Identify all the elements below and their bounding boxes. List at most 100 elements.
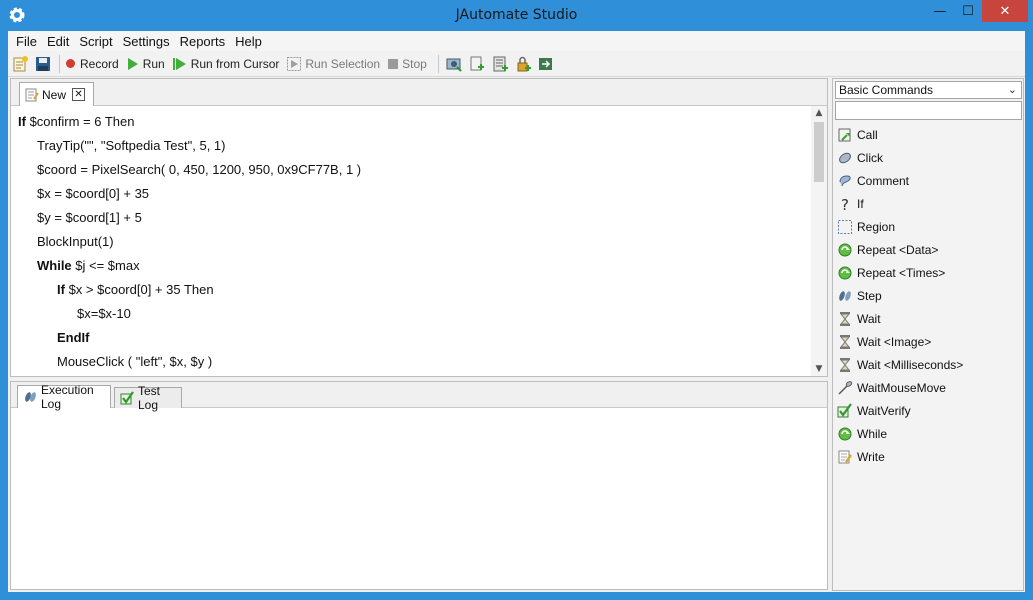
menu-file[interactable]: File xyxy=(11,34,42,49)
command-item[interactable]: ? If xyxy=(837,192,1019,215)
scroll-up-icon[interactable]: ▲ xyxy=(811,106,827,120)
title-bar[interactable]: JAutomate Studio — ☐ ✕ xyxy=(0,0,1033,31)
run-selection-button[interactable]: Run Selection xyxy=(287,56,381,71)
add-script-icon[interactable] xyxy=(467,54,487,74)
footsteps-icon xyxy=(837,288,853,304)
command-item[interactable]: Call xyxy=(837,123,1019,146)
command-item[interactable]: WaitVerify xyxy=(837,399,1019,422)
tab-execution-log[interactable]: Execution Log xyxy=(17,383,111,411)
command-item[interactable]: Region xyxy=(837,215,1019,238)
command-item[interactable]: Wait <Milliseconds> xyxy=(837,353,1019,376)
command-item-label: Click xyxy=(857,150,883,165)
scrollbar-thumb[interactable] xyxy=(814,122,824,182)
tab-new[interactable]: New ✕ xyxy=(19,82,94,106)
command-search-input[interactable] xyxy=(835,101,1022,120)
code-text: $j <= $max xyxy=(71,258,140,273)
code-line[interactable]: While $j <= $max xyxy=(37,254,140,278)
execution-log-label: Execution Log xyxy=(41,383,94,411)
close-window-button[interactable]: ✕ xyxy=(982,0,1028,22)
command-item[interactable]: While xyxy=(837,422,1019,445)
database-icon[interactable] xyxy=(490,54,510,74)
menu-bar: File Edit Script Settings Reports Help xyxy=(8,31,1025,51)
command-item[interactable]: Write xyxy=(837,445,1019,468)
code-keyword: EndIf xyxy=(57,330,90,345)
menu-reports[interactable]: Reports xyxy=(175,34,231,49)
run-selection-label: Run Selection xyxy=(305,56,381,71)
comment-icon xyxy=(837,173,853,189)
code-line[interactable]: $x=$x-10 xyxy=(77,302,131,326)
code-text: $coord = PixelSearch( 0, 450, 1200, 950,… xyxy=(37,162,362,177)
new-script-icon[interactable] xyxy=(10,54,30,74)
stop-icon xyxy=(388,58,399,69)
command-item[interactable]: Step xyxy=(837,284,1019,307)
play-icon xyxy=(127,57,139,70)
command-item-label: Write xyxy=(857,449,885,464)
command-item-label: WaitVerify xyxy=(857,403,911,418)
code-text: BlockInput(1) xyxy=(37,234,114,249)
scroll-down-icon[interactable]: ▼ xyxy=(811,362,827,376)
menu-help[interactable]: Help xyxy=(230,34,267,49)
command-item[interactable]: WaitMouseMove xyxy=(837,376,1019,399)
region-icon xyxy=(837,219,853,235)
code-line[interactable]: EndIf xyxy=(57,326,90,350)
chevron-down-icon: ⌄ xyxy=(1007,84,1017,96)
mouse-icon xyxy=(837,150,853,166)
toolbar-separator xyxy=(437,54,439,73)
menu-script[interactable]: Script xyxy=(74,34,117,49)
command-item-label: Region xyxy=(857,219,896,234)
record-label: Record xyxy=(80,56,119,71)
record-button[interactable]: Record xyxy=(65,57,119,71)
maximize-button[interactable]: ☐ xyxy=(954,0,982,22)
script-editor-pane: New ✕ If $confirm = 6 Then TrayTip("", "S… xyxy=(10,78,828,377)
code-line[interactable]: TrayTip("", "Softpedia Test", 5, 1) xyxy=(37,134,226,158)
command-category-value: Basic Commands xyxy=(839,83,934,97)
minimize-button[interactable]: — xyxy=(926,0,954,22)
command-item-label: WaitMouseMove xyxy=(857,380,946,395)
footsteps-icon xyxy=(23,390,38,404)
command-item[interactable]: Repeat <Data> xyxy=(837,238,1019,261)
command-list: Call Click Comment ? If Region Repeat <Data> Re… xyxy=(837,123,1019,468)
code-line[interactable]: $coord = PixelSearch( 0, 450, 1200, 950,… xyxy=(37,158,361,182)
mouse-move-icon xyxy=(837,380,853,396)
command-item-label: Wait <Milliseconds> xyxy=(857,357,964,372)
code-area[interactable]: If $confirm = 6 Then TrayTip("", "Softped… xyxy=(11,106,811,376)
check-icon xyxy=(120,391,135,405)
tab-test-log[interactable]: Test Log xyxy=(114,384,182,412)
code-line[interactable]: $y = $coord[1] + 5 xyxy=(37,206,142,230)
test-log-label: Test Log xyxy=(138,384,161,412)
menu-edit[interactable]: Edit xyxy=(42,34,74,49)
command-item[interactable]: Wait <Image> xyxy=(837,330,1019,353)
code-line[interactable]: BlockInput(1) xyxy=(37,230,114,254)
editor-scrollbar[interactable]: ▲ ▼ xyxy=(811,106,827,376)
run-button[interactable]: Run xyxy=(127,57,165,71)
code-line[interactable]: If $confirm = 6 Then xyxy=(18,110,134,134)
menu-settings[interactable]: Settings xyxy=(118,34,175,49)
window-title: JAutomate Studio xyxy=(455,7,578,23)
command-item[interactable]: Wait xyxy=(837,307,1019,330)
stop-button[interactable]: Stop xyxy=(388,57,427,71)
code-line[interactable]: MouseClick ( "left", $x, $y ) xyxy=(57,350,212,374)
command-item[interactable]: Click xyxy=(837,146,1019,169)
run-from-cursor-button[interactable]: Run from Cursor xyxy=(172,57,279,71)
capture-image-icon[interactable] xyxy=(444,54,464,74)
export-icon[interactable] xyxy=(536,54,556,74)
code-keyword: If xyxy=(18,114,26,129)
command-item-label: Comment xyxy=(857,173,910,188)
record-icon xyxy=(65,58,76,69)
code-keyword: If xyxy=(57,282,65,297)
command-item[interactable]: Repeat <Times> xyxy=(837,261,1019,284)
command-category-select[interactable]: Basic Commands ⌄ xyxy=(835,81,1022,99)
close-tab-icon[interactable]: ✕ xyxy=(72,88,86,101)
play-selection-icon xyxy=(287,56,302,71)
lock-add-icon[interactable] xyxy=(513,54,533,74)
code-line[interactable]: $x = $coord[0] + 35 xyxy=(37,182,149,206)
code-text: $confirm = 6 Then xyxy=(25,114,135,129)
hourglass-icon xyxy=(837,334,853,350)
code-text: $x=$x-10 xyxy=(77,306,131,321)
check-icon xyxy=(837,402,853,419)
pencil-icon xyxy=(837,449,853,465)
save-icon[interactable] xyxy=(33,54,53,74)
command-item[interactable]: Comment xyxy=(837,169,1019,192)
code-line[interactable]: If $x > $coord[0] + 35 Then xyxy=(57,278,214,302)
code-keyword: While xyxy=(37,258,72,273)
